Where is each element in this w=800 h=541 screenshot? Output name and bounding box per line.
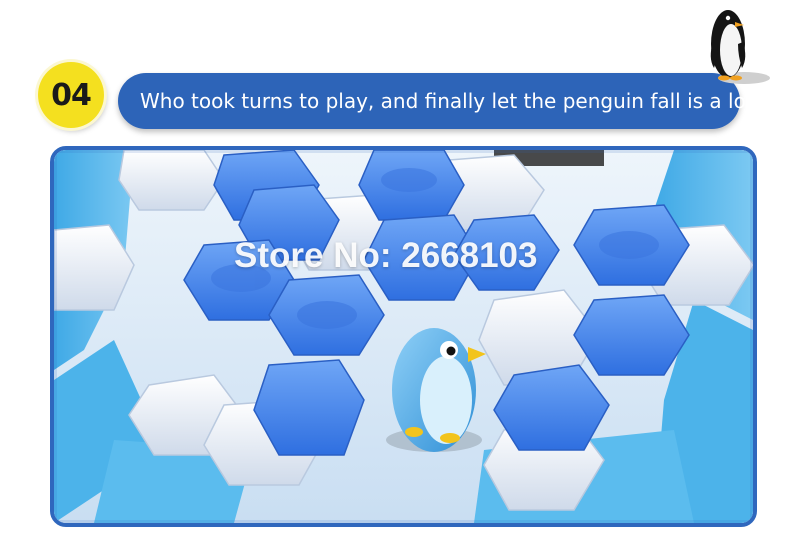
caption-text: Who took turns to play, and finally let … [140, 89, 777, 113]
product-photo: Store No: 2668103 [50, 146, 757, 527]
caption-banner: Who took turns to play, and finally let … [118, 73, 777, 129]
step-badge: 04 [38, 62, 104, 128]
penguin-icon [698, 2, 778, 88]
store-watermark: Store No: 2668103 [234, 236, 538, 275]
step-number: 04 [51, 77, 92, 113]
